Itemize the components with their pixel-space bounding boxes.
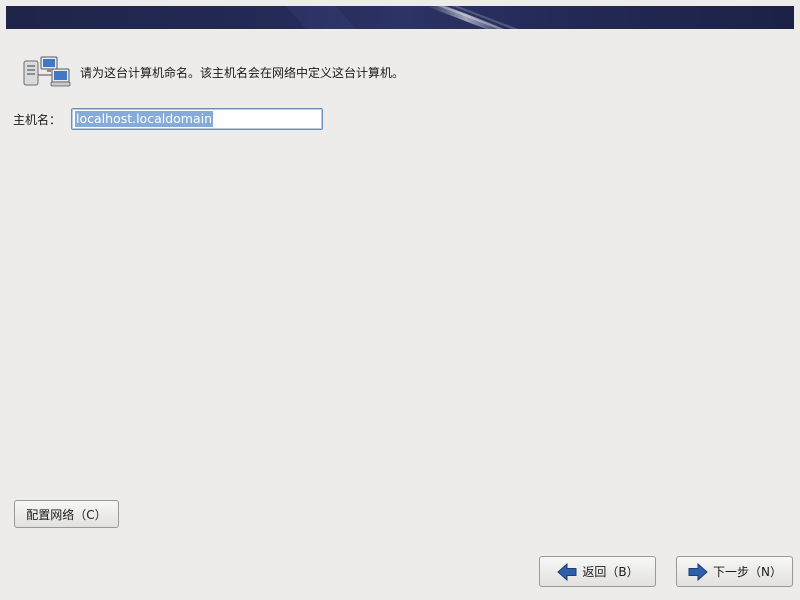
- configure-network-label: 配置网络（C）: [26, 507, 107, 522]
- hostname-input[interactable]: localhost.localdomain: [71, 108, 323, 130]
- intro-description: 请为这台计算机命名。该主机名会在网络中定义这台计算机。: [80, 65, 405, 80]
- next-button[interactable]: 下一步（N）: [676, 556, 793, 587]
- hostname-label: 主机名：: [13, 112, 62, 127]
- banner-swoosh-graphic: [286, 6, 518, 29]
- networked-computers-icon: [20, 54, 72, 90]
- back-button[interactable]: 返回（B）: [539, 556, 656, 587]
- back-label: 返回（B）: [582, 565, 639, 579]
- hostname-row: 主机名： localhost.localdomain: [13, 107, 323, 131]
- installer-window: 请为这台计算机命名。该主机名会在网络中定义这台计算机。 主机名： localho…: [0, 0, 800, 600]
- hostname-value-selected[interactable]: localhost.localdomain: [75, 111, 214, 127]
- intro-section: 请为这台计算机命名。该主机名会在网络中定义这台计算机。: [20, 54, 404, 90]
- next-label: 下一步（N）: [713, 565, 782, 579]
- arrow-left-icon: [556, 562, 578, 582]
- arrow-right-icon: [687, 562, 709, 582]
- configure-network-button[interactable]: 配置网络（C）: [14, 500, 119, 528]
- header-banner: [6, 6, 794, 29]
